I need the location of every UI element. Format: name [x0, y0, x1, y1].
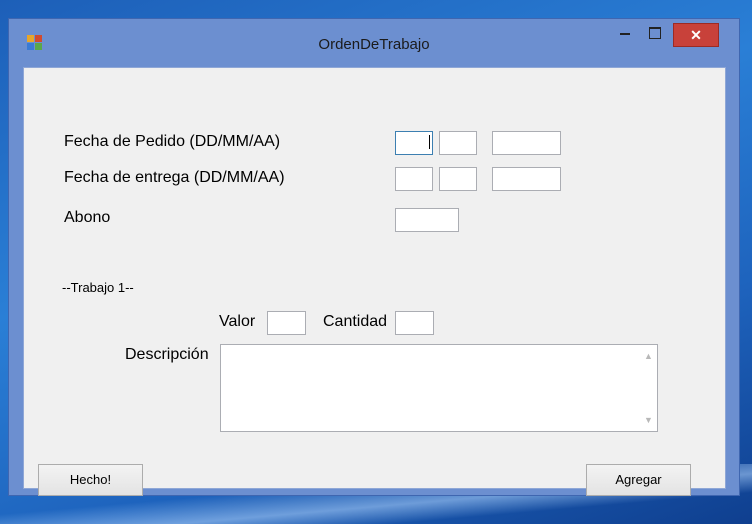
abono-label: Abono [64, 209, 111, 226]
fecha-entrega-year-input[interactable] [492, 167, 561, 191]
title-bar[interactable]: OrdenDeTrabajo ✕ [9, 19, 739, 67]
maximize-icon [649, 27, 661, 39]
valor-label: Valor [219, 313, 256, 330]
fecha-entrega-month-input[interactable] [439, 167, 477, 191]
agregar-button[interactable]: Agregar [586, 464, 691, 496]
scroll-up-icon[interactable]: ▲ [644, 351, 653, 361]
fecha-pedido-year-input[interactable] [492, 131, 561, 155]
hecho-button[interactable]: Hecho! [38, 464, 143, 496]
close-icon: ✕ [690, 27, 702, 43]
descripcion-textarea[interactable]: ▲ ▼ [220, 344, 658, 432]
fecha-entrega-label: Fecha de entrega (DD/MM/AA) [64, 169, 285, 186]
minimize-icon [620, 33, 630, 35]
vertical-scrollbar[interactable]: ▲ ▼ [640, 345, 657, 431]
trabajo-section-header: --Trabajo 1-- [62, 280, 134, 295]
valor-input[interactable] [267, 311, 306, 335]
descripcion-label: Descripción [125, 346, 209, 363]
maximize-button[interactable] [642, 21, 668, 45]
fecha-pedido-month-input[interactable] [439, 131, 477, 155]
cantidad-label: Cantidad [323, 313, 388, 330]
cantidad-input[interactable] [395, 311, 434, 335]
minimize-button[interactable] [612, 21, 638, 45]
scroll-down-icon[interactable]: ▼ [644, 415, 653, 425]
abono-input[interactable] [395, 208, 459, 232]
fecha-pedido-day-input[interactable] [395, 131, 433, 155]
fecha-pedido-label: Fecha de Pedido (DD/MM/AA) [64, 133, 281, 150]
text-caret [429, 135, 430, 149]
window: OrdenDeTrabajo ✕ Fecha de Pedido (DD/MM/… [8, 18, 740, 496]
fecha-entrega-day-input[interactable] [395, 167, 433, 191]
close-button[interactable]: ✕ [673, 23, 719, 47]
form-client-area: Fecha de Pedido (DD/MM/AA) Fecha de entr… [23, 67, 726, 496]
